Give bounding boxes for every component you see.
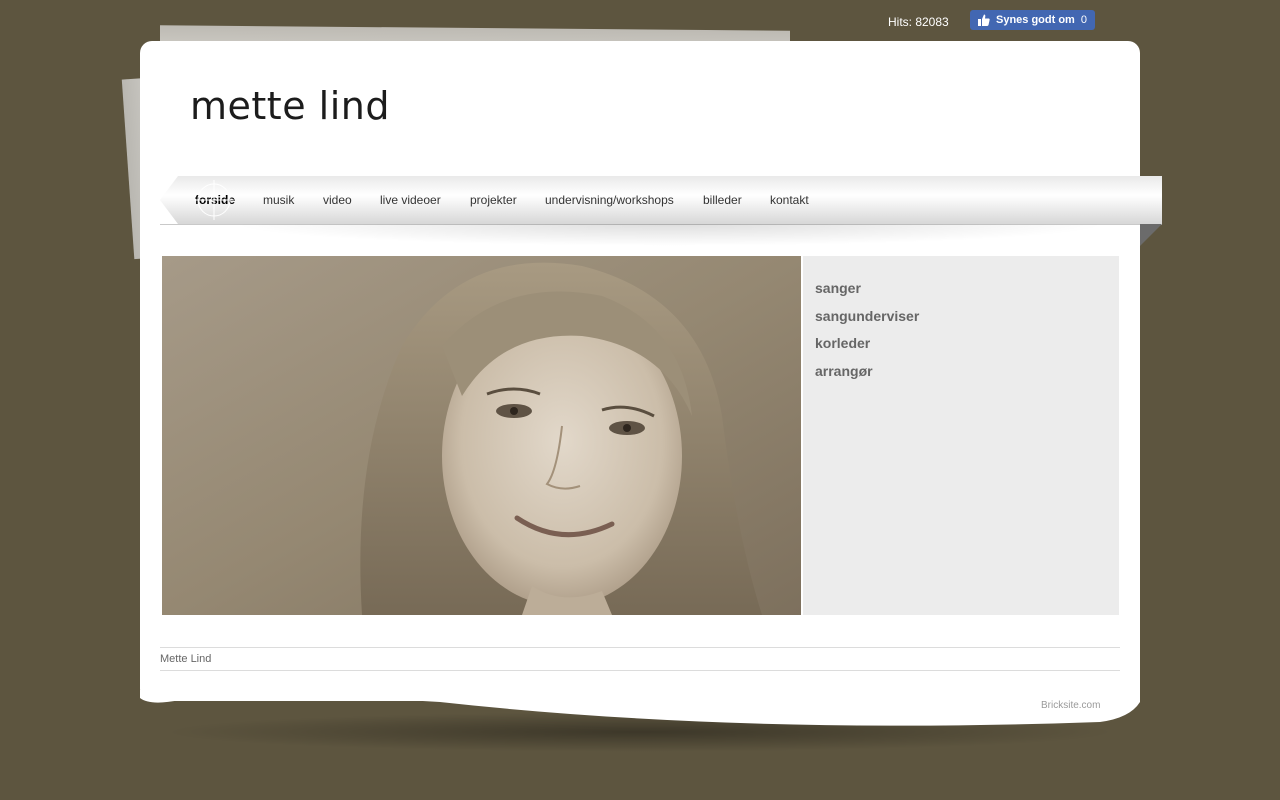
nav-item-forside[interactable]: forside bbox=[195, 193, 235, 207]
nav-item-live-videoer[interactable]: live videoer bbox=[380, 193, 441, 207]
nav-item-video[interactable]: video bbox=[323, 193, 352, 207]
page-bottom-curl bbox=[140, 690, 1140, 726]
nav-shadow bbox=[230, 224, 1110, 246]
nav-item-kontakt[interactable]: kontakt bbox=[770, 193, 809, 207]
thumbs-up-icon bbox=[978, 14, 990, 26]
role-item-sanger: sanger bbox=[815, 280, 861, 296]
bricksite-credit-link[interactable]: Bricksite.com bbox=[1041, 700, 1100, 711]
roles-panel: sanger sangunderviser korleder arrangør bbox=[803, 256, 1119, 615]
nav-item-musik[interactable]: musik bbox=[263, 193, 294, 207]
site-title[interactable]: mette lind bbox=[190, 84, 390, 128]
nav-item-billeder[interactable]: billeder bbox=[703, 193, 742, 207]
role-item-arranger: arrangør bbox=[815, 362, 873, 379]
facebook-like-button[interactable]: Synes godt om 0 bbox=[970, 10, 1095, 30]
facebook-like-count: 0 bbox=[1080, 14, 1087, 26]
nav-fold bbox=[1140, 224, 1162, 246]
portrait-illustration bbox=[162, 256, 801, 615]
footer-name: Mette Lind bbox=[160, 653, 212, 665]
facebook-like-label: Synes godt om bbox=[996, 14, 1075, 26]
main-nav: forside musik video live videoer projekt… bbox=[160, 176, 1162, 225]
portrait-photo bbox=[162, 256, 801, 615]
nav-item-undervisning-workshops[interactable]: undervisning/workshops bbox=[545, 193, 674, 207]
nav-notch bbox=[160, 176, 178, 224]
roles-list: sanger sangunderviser korleder arrangør bbox=[815, 280, 919, 390]
footer-divider-bottom bbox=[160, 670, 1120, 671]
hits-counter: Hits: 82083 bbox=[888, 15, 949, 29]
nav-item-projekter[interactable]: projekter bbox=[470, 193, 517, 207]
footer-divider-top bbox=[160, 647, 1120, 648]
role-item-korleder: korleder bbox=[815, 335, 871, 351]
role-item-sangunderviser: sangunderviser bbox=[815, 307, 920, 324]
